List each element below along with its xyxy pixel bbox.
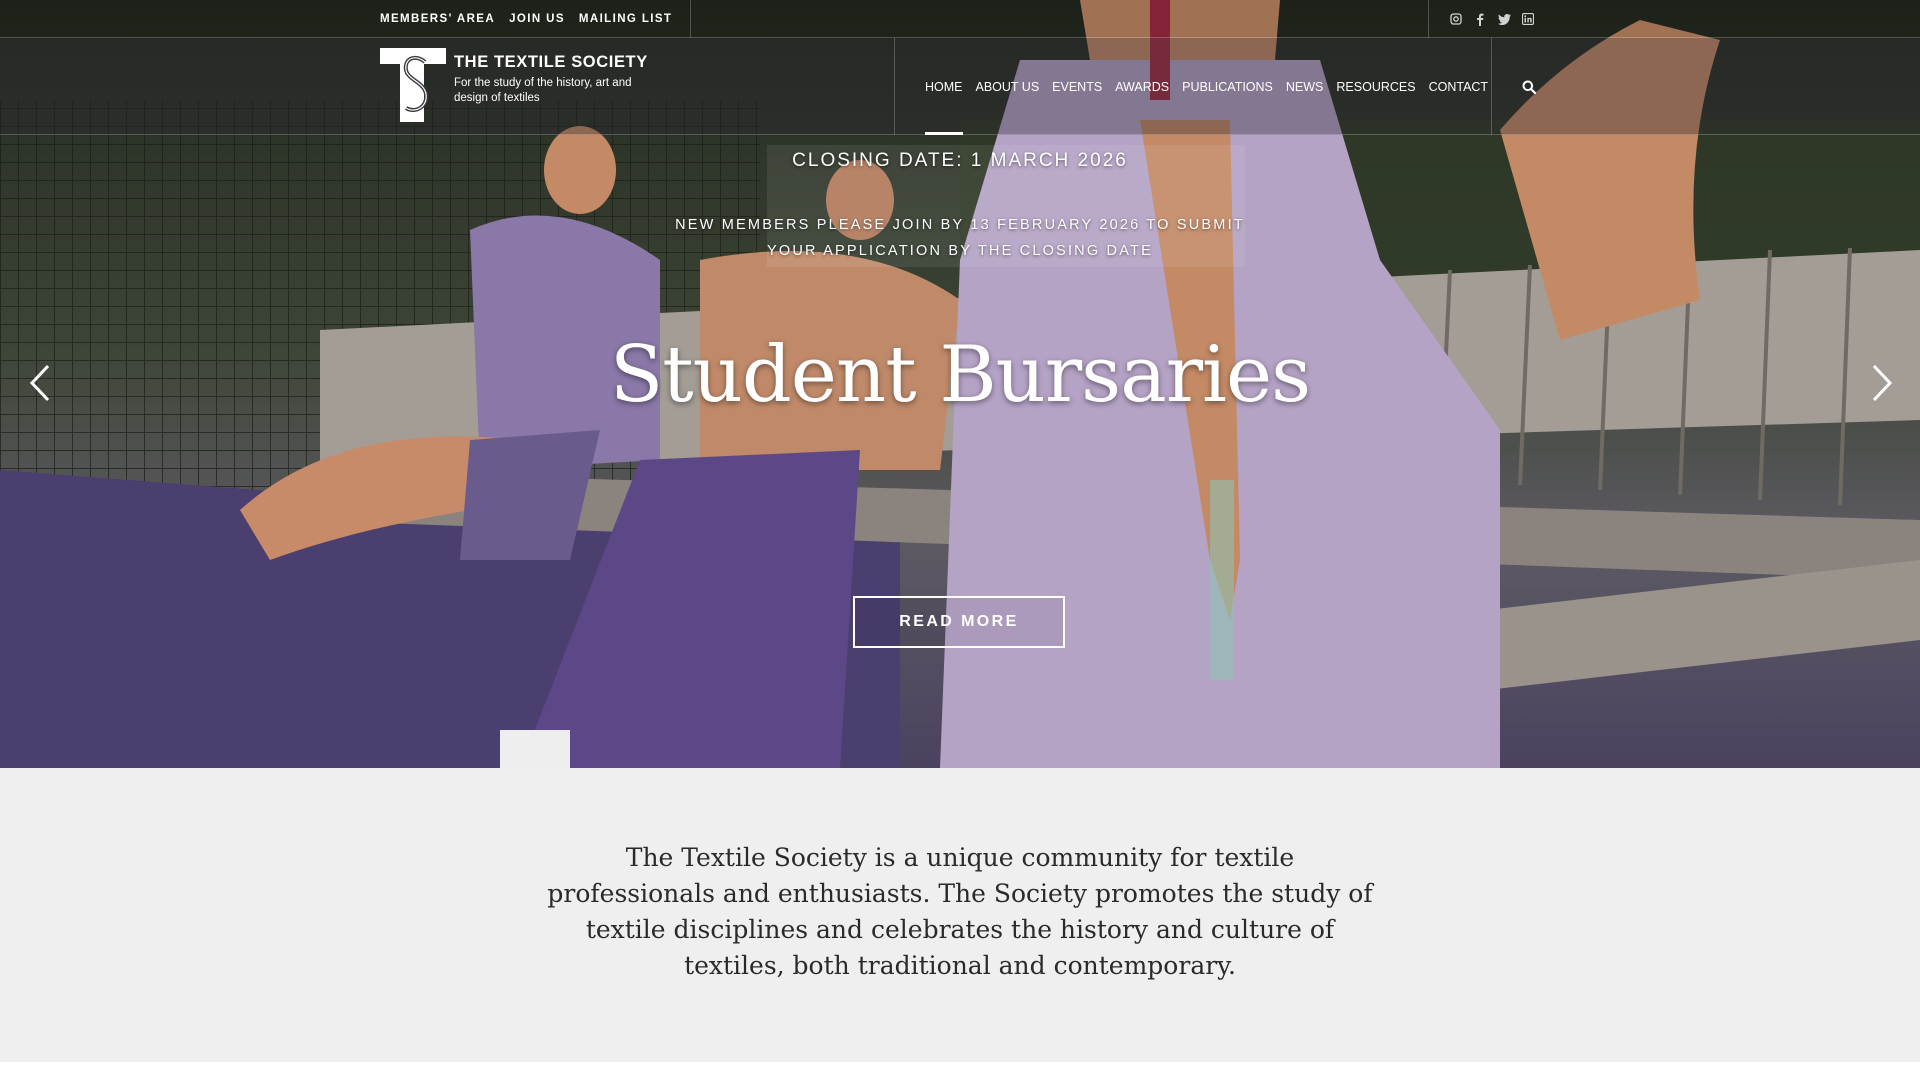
- utility-links: MEMBERS' AREA JOIN US MAILING LIST: [380, 0, 692, 38]
- membership-note-line-2: YOUR APPLICATION BY THE CLOSING DATE: [767, 243, 1153, 259]
- search-icon: [1522, 80, 1536, 94]
- logo-subtitle: For the study of the history, art and de…: [454, 77, 632, 104]
- nav-publications[interactable]: PUBLICATIONS: [1182, 38, 1273, 135]
- textile-society-logo-icon: [380, 48, 446, 122]
- mailing-list-link[interactable]: MAILING LIST: [579, 13, 672, 25]
- facebook-icon[interactable]: [1473, 12, 1487, 26]
- nav-about-us[interactable]: ABOUT US: [976, 38, 1040, 135]
- utility-bar: MEMBERS' AREA JOIN US MAILING LIST: [0, 0, 1920, 38]
- primary-nav: HOME ABOUT US EVENTS AWARDS PUBLICATIONS…: [894, 38, 1492, 135]
- nav-awards[interactable]: AWARDS: [1115, 38, 1169, 135]
- slider-next-button[interactable]: [1866, 360, 1896, 406]
- intro-section: The Textile Society is a unique communit…: [0, 768, 1920, 1062]
- nav-resources[interactable]: RESOURCES: [1336, 38, 1415, 135]
- intro-text: The Textile Society is a unique communit…: [547, 843, 1373, 980]
- closing-date: CLOSING DATE: 1 MARCH 2026: [792, 150, 1128, 171]
- nav-news[interactable]: NEWS: [1286, 38, 1324, 135]
- next-section-edge: [0, 1062, 1920, 1080]
- nav-home[interactable]: HOME: [925, 38, 963, 135]
- nav-menu: HOME ABOUT US EVENTS AWARDS PUBLICATIONS…: [925, 38, 1488, 135]
- site-logo[interactable]: THE TEXTILE SOCIETY For the study of the…: [380, 48, 654, 122]
- read-more-button[interactable]: READ MORE: [853, 596, 1065, 648]
- linkedin-icon[interactable]: [1521, 12, 1535, 26]
- twitter-icon[interactable]: [1497, 12, 1511, 26]
- chevron-right-icon: [1872, 364, 1893, 402]
- nav-contact[interactable]: CONTACT: [1429, 38, 1489, 135]
- slider-prev-button[interactable]: [26, 360, 56, 406]
- join-us-link[interactable]: JOIN US: [509, 13, 565, 25]
- logo-title: THE TEXTILE SOCIETY: [454, 53, 648, 71]
- social-links: [1428, 0, 1558, 38]
- members-area-link[interactable]: MEMBERS' AREA: [380, 13, 495, 25]
- membership-note-line-1: NEW MEMBERS PLEASE JOIN BY 13 FEBRUARY 2…: [675, 217, 1245, 233]
- logo-text: THE TEXTILE SOCIETY For the study of the…: [454, 53, 654, 106]
- main-header: THE TEXTILE SOCIETY For the study of the…: [0, 38, 1920, 135]
- membership-note: NEW MEMBERS PLEASE JOIN BY 13 FEBRUARY 2…: [660, 212, 1260, 264]
- instagram-icon[interactable]: [1449, 12, 1463, 26]
- chevron-left-icon: [29, 364, 50, 402]
- slide-title: Student Bursaries: [609, 330, 1311, 420]
- nav-events[interactable]: EVENTS: [1052, 38, 1102, 135]
- search-button[interactable]: [1518, 76, 1540, 98]
